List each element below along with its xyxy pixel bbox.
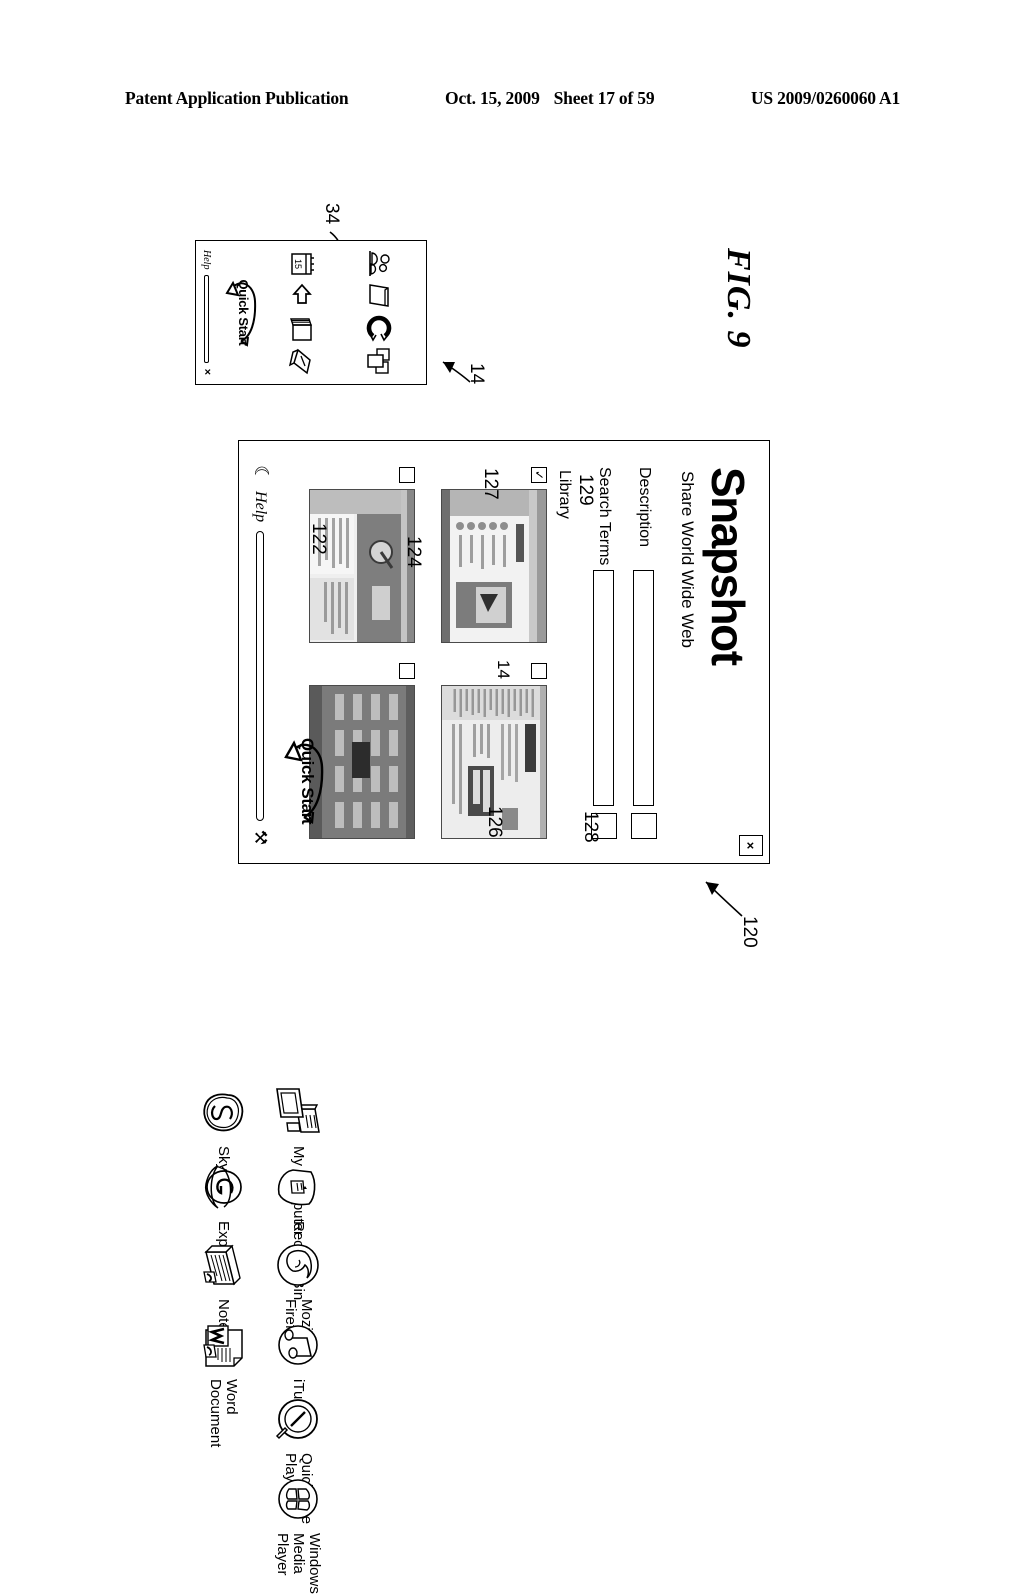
moon-icon[interactable]: ☾: [250, 465, 272, 482]
reference-numeral-34: 34: [321, 203, 342, 225]
calendar-icon[interactable]: 15: [264, 249, 340, 279]
reference-numeral-128: 128: [580, 811, 601, 843]
description-browse-button[interactable]: [631, 813, 657, 839]
reference-numeral-126: 126: [484, 806, 505, 838]
snapshot-progress-bar[interactable]: [256, 531, 265, 821]
description-label: Description: [636, 467, 653, 548]
library-thumbnail-grid: ✓: [297, 467, 547, 839]
snapshot-close-button[interactable]: ×: [739, 835, 763, 856]
reference-numeral-129: 129: [575, 474, 596, 506]
library-item-126-checkbox[interactable]: ✓: [531, 467, 547, 483]
reference-numeral-127: 127: [480, 468, 501, 500]
reference-numeral-14: 14: [466, 363, 487, 385]
figure-label: FIG. 9: [720, 248, 757, 349]
reference-numeral-14-cursor: 14: [494, 660, 513, 679]
desktop-icon-windows-media-player[interactable]: Windows Media Player: [273, 1472, 323, 1594]
tools-icon[interactable]: ⚒: [251, 830, 270, 845]
quickstart-footer: Quick Start Help ×: [196, 241, 262, 384]
desktop-icon-label: Word Document: [207, 1379, 240, 1448]
snapshot-subtitle: Share World Wide Web: [678, 471, 697, 648]
firefox-icon: [273, 1238, 323, 1292]
reference-numeral-122: 122: [308, 523, 329, 555]
patent-number: US 2009/0260060 A1: [750, 88, 900, 108]
library-item-128-checkbox[interactable]: [399, 467, 415, 483]
internet-explorer-icon: [198, 1160, 248, 1214]
patent-header: Patent Application Publication Oct. 15, …: [125, 88, 900, 109]
desktop-icon-word-document[interactable]: Word Document: [198, 1318, 248, 1447]
library-item-129-checkbox[interactable]: [399, 663, 415, 679]
description-input[interactable]: [633, 570, 655, 806]
snapshot-bottom-bar: ☾ Help ⚒: [250, 465, 272, 845]
library-item-128[interactable]: [297, 467, 415, 643]
notepad-icon: [198, 1238, 248, 1292]
snapshot-quickstart-logo-text: Quick Start: [298, 737, 317, 825]
publication-date: Oct. 15, 2009: [445, 88, 540, 108]
word-document-icon: [198, 1318, 248, 1372]
reference-numeral-124: 124: [403, 536, 424, 568]
skype-icon: [198, 1085, 248, 1139]
quickstart-help-row: Help ×: [201, 250, 213, 375]
quickstart-help-label[interactable]: Help: [201, 250, 212, 269]
description-field-row: Description: [631, 467, 657, 839]
refresh-circle-icon[interactable]: [342, 314, 418, 344]
search-terms-field-row: Search Terms: [591, 467, 617, 839]
library-item-128-thumbnail[interactable]: [309, 489, 415, 643]
snapshot-quickstart-logo[interactable]: Quick Start: [283, 733, 329, 829]
quickstart-close-icon[interactable]: ×: [201, 369, 213, 375]
snapshot-help-label[interactable]: Help: [252, 491, 270, 522]
open-notebook-icon[interactable]: [264, 346, 340, 376]
reference-numeral-120: 120: [739, 916, 760, 948]
book-icon[interactable]: [264, 314, 340, 344]
quicktime-icon: [273, 1392, 323, 1446]
quickstart-toolbar-window[interactable]: 15 Quick Start Help ×: [195, 240, 427, 385]
sheet-number: Sheet 17 of 59: [553, 88, 655, 108]
itunes-icon: [273, 1318, 323, 1372]
publication-label: Patent Application Publication: [125, 88, 349, 108]
desktop-icon-label: Windows Media Player: [274, 1533, 323, 1594]
quickstart-icon-grid: 15: [262, 241, 426, 384]
recycle-bin-icon: [273, 1160, 323, 1214]
quickstart-logo[interactable]: Quick Start: [224, 275, 260, 351]
quickstart-progress-bar[interactable]: [204, 275, 209, 363]
folder-icon[interactable]: [342, 281, 418, 311]
search-terms-label: Search Terms: [596, 467, 613, 566]
undo-arrow-icon[interactable]: [264, 281, 340, 311]
library-item-126-thumbnail[interactable]: [441, 489, 547, 643]
snapshot-window[interactable]: × Snapshot Share World Wide Web Descript…: [238, 440, 770, 864]
search-terms-input[interactable]: [593, 570, 615, 806]
stacked-pages-icon[interactable]: [342, 346, 418, 376]
my-computer-icon: [273, 1085, 323, 1139]
svg-text:15: 15: [293, 259, 303, 269]
library-label: Library: [556, 470, 573, 519]
windows-media-player-icon: [273, 1472, 323, 1526]
people-group-icon[interactable]: [342, 249, 418, 279]
library-item-127-checkbox[interactable]: [531, 663, 547, 679]
quickstart-logo-text: Quick Start: [236, 279, 251, 346]
snapshot-title: Snapshot: [702, 467, 754, 665]
